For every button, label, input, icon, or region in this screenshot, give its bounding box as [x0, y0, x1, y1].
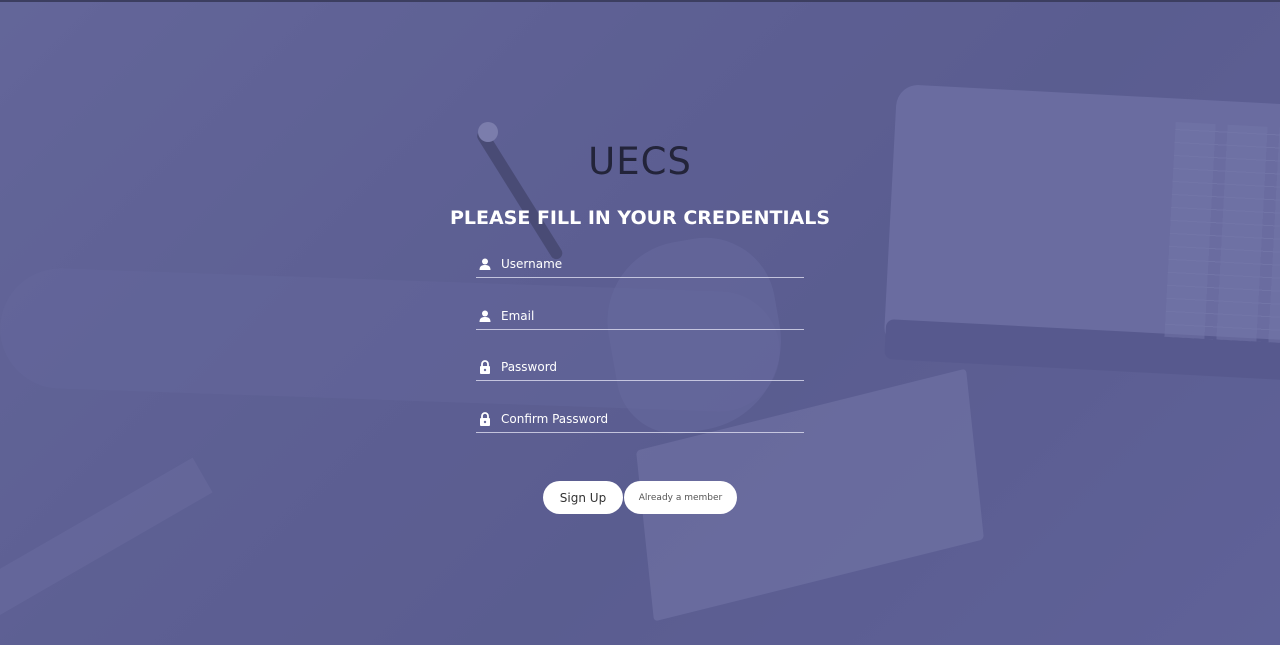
username-input[interactable]: [501, 256, 791, 271]
password-input[interactable]: [501, 359, 791, 374]
password-field: [476, 353, 804, 381]
email-input[interactable]: [501, 308, 791, 323]
signup-form: UECS PLEASE FILL IN YOUR CREDENTIALS Sig…: [0, 0, 1280, 645]
user-icon: [477, 256, 493, 272]
email-field: [476, 302, 804, 330]
sign-up-button[interactable]: Sign Up: [543, 481, 623, 514]
lock-icon: [477, 359, 493, 375]
confirm-password-input[interactable]: [501, 411, 791, 426]
brand-title: UECS: [588, 140, 692, 183]
username-field: [476, 250, 804, 278]
user-icon: [477, 308, 493, 324]
lock-icon: [477, 411, 493, 427]
already-member-button[interactable]: Already a member: [624, 481, 737, 514]
form-heading: PLEASE FILL IN YOUR CREDENTIALS: [449, 207, 831, 229]
confirm-password-field: [476, 405, 804, 433]
